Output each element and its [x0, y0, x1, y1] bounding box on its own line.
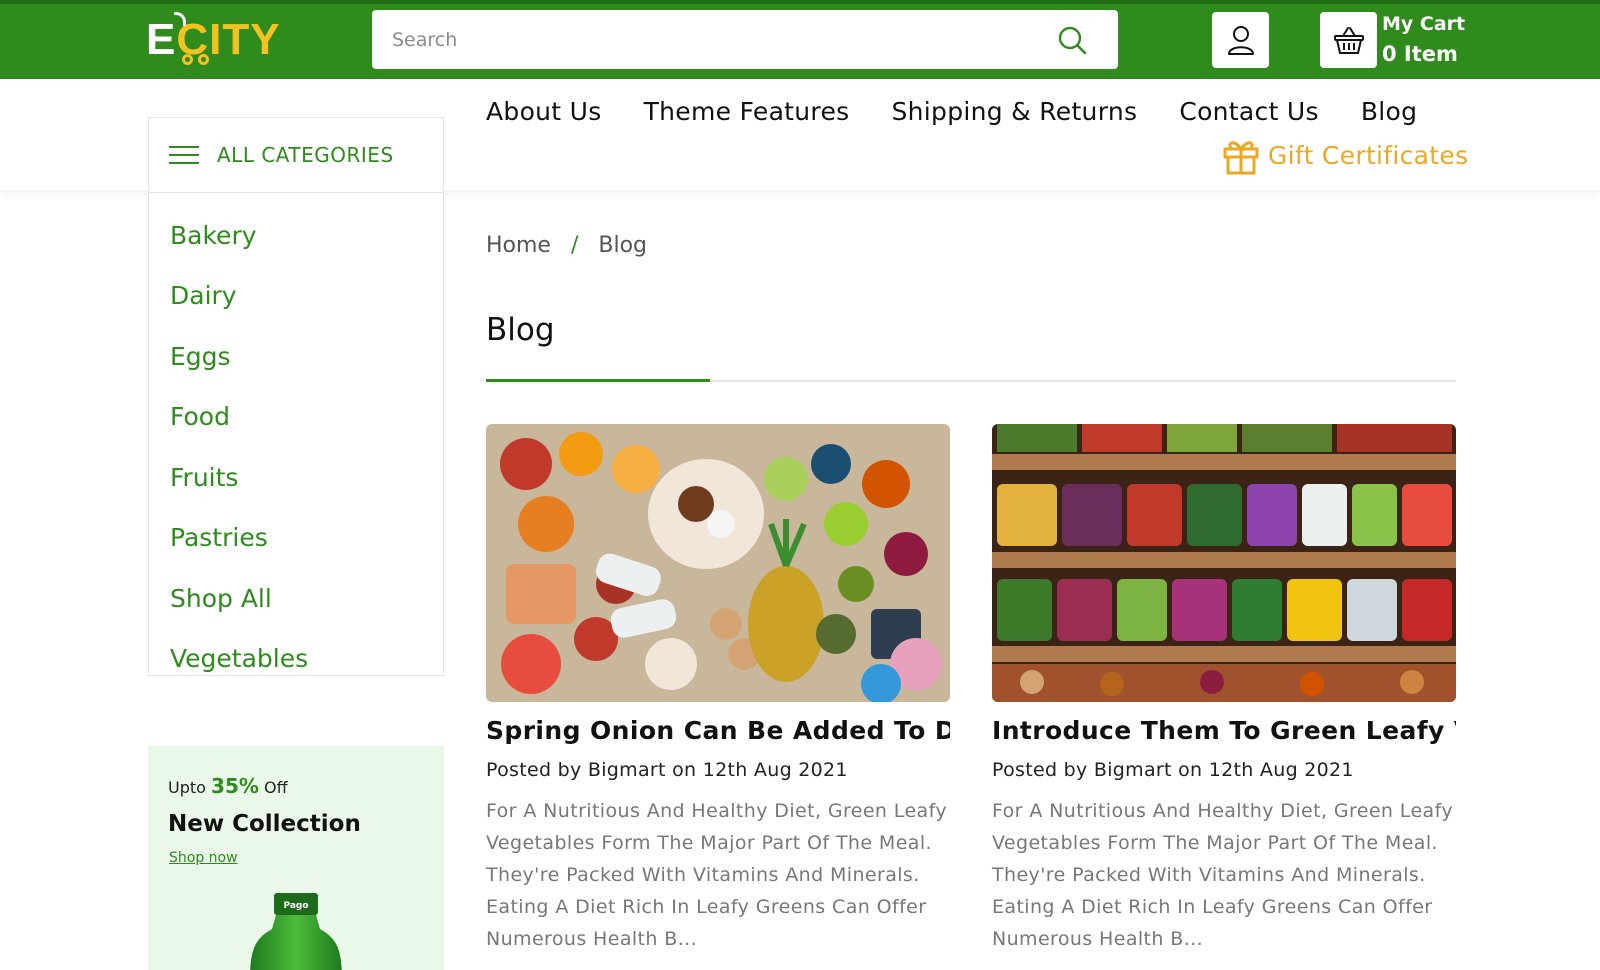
cart-summary[interactable]: My Cart 0 Item	[1382, 10, 1465, 70]
logo-letter-e: E	[146, 15, 177, 64]
nav-shipping-returns[interactable]: Shipping & Returns	[891, 97, 1137, 126]
cart-label: My Cart	[1382, 13, 1466, 35]
menu-icon	[169, 146, 199, 164]
breadcrumb-separator: /	[570, 233, 579, 258]
breadcrumb-home[interactable]: Home	[486, 233, 551, 258]
main-nav: About Us Theme Features Shipping & Retur…	[486, 97, 1417, 126]
ecity-logo[interactable]: ECITY	[146, 12, 281, 66]
promo-discount: Upto 35% Off	[168, 774, 288, 798]
category-label: Fruits	[170, 462, 239, 492]
category-item-food[interactable]: Food	[149, 387, 443, 448]
user-icon	[1227, 26, 1254, 55]
bottle-label: Pago	[283, 901, 308, 911]
cart-count: 0 Item	[1382, 42, 1458, 66]
nav-contact-us[interactable]: Contact Us	[1179, 97, 1319, 126]
category-label: Bakery	[170, 220, 257, 250]
category-item-eggs[interactable]: Eggs	[149, 326, 443, 387]
blog-post-excerpt: For A Nutritious And Healthy Diet, Green…	[992, 800, 1453, 950]
category-label: Vegetables	[170, 644, 309, 674]
category-list: Bakery Dairy Eggs Food Fruits Pastries S…	[149, 193, 443, 689]
blog-post-meta: Posted by Bigmart on 12th Aug 2021	[992, 759, 1354, 781]
gift-icon	[1223, 141, 1259, 175]
nav-theme-features[interactable]: Theme Features	[644, 97, 850, 126]
juice-bottle-image: Pago	[250, 893, 342, 970]
breadcrumb-current: Blog	[598, 233, 648, 258]
search-icon[interactable]	[1056, 24, 1088, 56]
search-bar	[372, 10, 1118, 69]
category-label: Shop All	[170, 583, 272, 613]
page-title: Blog	[486, 312, 555, 348]
category-item-pastries[interactable]: Pastries	[149, 508, 443, 569]
promo-percent: 35%	[211, 774, 259, 798]
promo-banner[interactable]: Upto 35% Off New Collection Shop now Pag…	[148, 746, 444, 970]
category-item-vegetables[interactable]: Vegetables	[149, 629, 443, 690]
category-item-fruits[interactable]: Fruits	[149, 447, 443, 508]
blog-post-image-produce-shelves[interactable]	[992, 424, 1456, 702]
gift-certificates-label: Gift Certificates	[1268, 140, 1469, 170]
category-label: Pastries	[170, 523, 268, 553]
account-button[interactable]	[1212, 12, 1269, 68]
nav-about-us[interactable]: About Us	[486, 97, 602, 126]
blog-post-title[interactable]: Spring Onion Can Be Added To Dal	[486, 716, 950, 745]
blog-post-excerpt: For A Nutritious And Healthy Diet, Green…	[486, 800, 947, 950]
blog-post-card[interactable]: Spring Onion Can Be Added To Dal Posted …	[486, 424, 950, 955]
title-divider	[486, 379, 1456, 382]
blog-post-card[interactable]: Introduce Them To Green Leafy Veg... Pos…	[992, 424, 1456, 955]
promo-upto-text: Upto	[168, 778, 206, 797]
breadcrumb: Home / Blog	[486, 233, 647, 258]
promo-off-text: Off	[264, 778, 288, 797]
basket-icon	[1333, 27, 1364, 54]
category-label: Food	[170, 402, 230, 432]
blog-post-title[interactable]: Introduce Them To Green Leafy Veg...	[992, 716, 1456, 745]
logo-cart-wheels-icon	[182, 54, 209, 65]
promo-shop-now-link[interactable]: Shop now	[169, 850, 238, 866]
all-categories-toggle[interactable]: ALL CATEGORIES	[149, 118, 443, 193]
blog-post-meta: Posted by Bigmart on 12th Aug 2021	[486, 759, 848, 781]
category-item-dairy[interactable]: Dairy	[149, 266, 443, 327]
category-label: Dairy	[170, 281, 237, 311]
search-input[interactable]	[392, 10, 1032, 69]
top-header-bar: ECITY My Cart 0 Item	[0, 0, 1600, 79]
gift-certificates-link[interactable]: Gift Certificates	[1222, 135, 1468, 175]
cart-button[interactable]	[1320, 12, 1377, 68]
all-categories-title: ALL CATEGORIES	[217, 143, 394, 167]
category-item-shop-all[interactable]: Shop All	[149, 568, 443, 629]
promo-title: New Collection	[168, 811, 361, 837]
category-item-bakery[interactable]: Bakery	[149, 205, 443, 266]
nav-blog[interactable]: Blog	[1361, 97, 1417, 126]
category-label: Eggs	[170, 341, 231, 371]
category-sidebar: ALL CATEGORIES Bakery Dairy Eggs Food Fr…	[148, 117, 444, 676]
blog-post-image-food-table[interactable]	[486, 424, 950, 702]
